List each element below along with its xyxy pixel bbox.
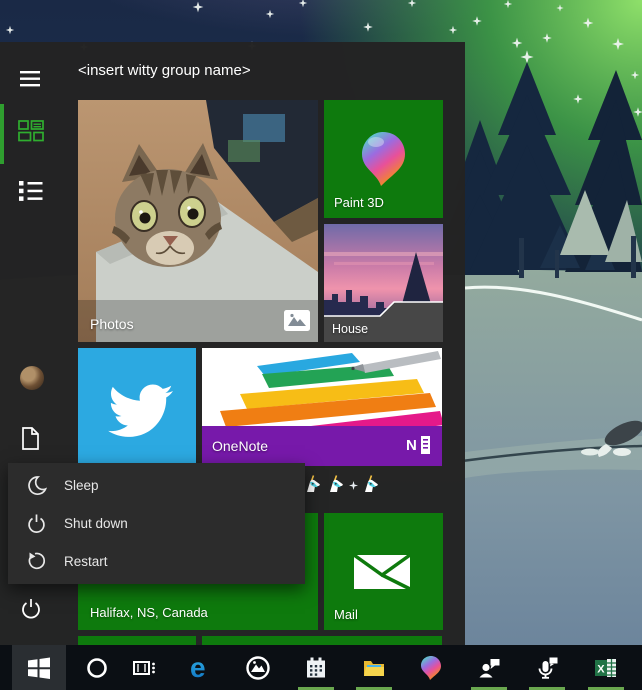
rail-pinned-tiles-button[interactable] — [16, 116, 46, 146]
tile-twitter[interactable] — [78, 348, 196, 466]
document-icon — [21, 427, 41, 451]
hamburger-icon — [20, 70, 42, 88]
tile-house[interactable]: House — [324, 224, 443, 342]
paint-3d-taskbar-icon — [420, 655, 442, 681]
photos-badge-icon — [284, 310, 310, 331]
svg-text:X: X — [597, 663, 605, 675]
tile-mail[interactable]: Mail — [324, 513, 443, 630]
taskbar-excel-button[interactable]: X — [586, 645, 626, 690]
power-menu-sleep[interactable]: Sleep — [8, 467, 305, 505]
group-title: <insert witty group name> — [78, 62, 251, 79]
tile-partially-hidden[interactable] — [202, 636, 442, 645]
tile-label: Mail — [334, 607, 358, 622]
shut-down-power-icon — [26, 513, 47, 534]
taskbar-calendar-button[interactable] — [296, 645, 336, 690]
power-menu-restart[interactable]: Restart — [8, 543, 305, 581]
tile-paint-3d[interactable]: Paint 3D — [324, 100, 443, 218]
sleep-moon-icon — [26, 475, 47, 496]
menu-item-label: Sleep — [64, 478, 99, 493]
power-icon — [20, 597, 42, 621]
menu-hamburger-button[interactable] — [16, 64, 46, 94]
svg-text:e: e — [190, 653, 206, 683]
all-apps-list-icon — [19, 180, 43, 202]
onenote-badge-icon: N — [406, 434, 432, 456]
photos-app-icon — [245, 655, 271, 681]
tile-label: Paint 3D — [334, 195, 384, 210]
twitter-bird-icon — [78, 348, 196, 466]
tile-onenote[interactable]: OneNote N — [202, 348, 442, 466]
unicorn-emoji-icon — [361, 475, 381, 495]
taskbar-cortana-button[interactable] — [77, 645, 117, 690]
taskbar-task-view-button[interactable] — [125, 645, 165, 690]
taskbar: e — [0, 645, 642, 690]
rail-power-button[interactable] — [16, 594, 46, 624]
cat-photo — [78, 100, 318, 342]
taskbar-start-button[interactable] — [12, 645, 66, 690]
task-view-icon — [132, 656, 158, 680]
rail-all-apps-button[interactable] — [16, 176, 46, 206]
cortana-circle-icon — [85, 656, 109, 680]
taskbar-voice-recorder-button[interactable] — [527, 645, 567, 690]
onenote-label-band: OneNote N — [202, 426, 442, 466]
taskbar-paint-3d-button[interactable] — [411, 645, 451, 690]
tile-partially-hidden[interactable] — [78, 636, 196, 645]
edge-icon: e — [188, 653, 216, 683]
screen: <insert witty group name> — [0, 0, 642, 690]
excel-icon: X — [594, 656, 618, 680]
unicorn-emoji-icon — [326, 475, 346, 495]
taskbar-edge-button[interactable]: e — [182, 645, 222, 690]
power-flyout-menu: Sleep Shut down Restart — [8, 463, 305, 584]
tile-label: Halifax, NS, Canada — [90, 605, 208, 620]
tile-photos[interactable]: Photos — [78, 100, 318, 342]
sparkle-emoji-icon — [349, 481, 358, 490]
restart-icon — [26, 551, 47, 572]
user-avatar[interactable] — [20, 366, 44, 390]
people-icon — [477, 656, 501, 680]
unicorn-emoji-icon — [303, 475, 323, 495]
rail-selected-indicator — [0, 104, 4, 164]
file-explorer-folder-icon — [362, 656, 386, 680]
taskbar-file-explorer-button[interactable] — [354, 645, 394, 690]
tile-label: Photos — [90, 316, 134, 332]
taskbar-people-button[interactable] — [469, 645, 509, 690]
voice-recorder-mic-icon — [535, 656, 559, 680]
pinned-tiles-icon — [18, 119, 44, 143]
tile-label: House — [332, 322, 368, 336]
calendar-icon — [304, 656, 328, 680]
group-title-unicorns — [303, 474, 381, 496]
rail-documents-button[interactable] — [16, 424, 46, 454]
power-menu-shut-down[interactable]: Shut down — [8, 505, 305, 543]
menu-item-label: Shut down — [64, 516, 128, 531]
windows-logo-icon — [27, 656, 51, 680]
menu-item-label: Restart — [64, 554, 108, 569]
taskbar-photos-button[interactable] — [238, 645, 278, 690]
svg-text:N: N — [406, 437, 417, 454]
